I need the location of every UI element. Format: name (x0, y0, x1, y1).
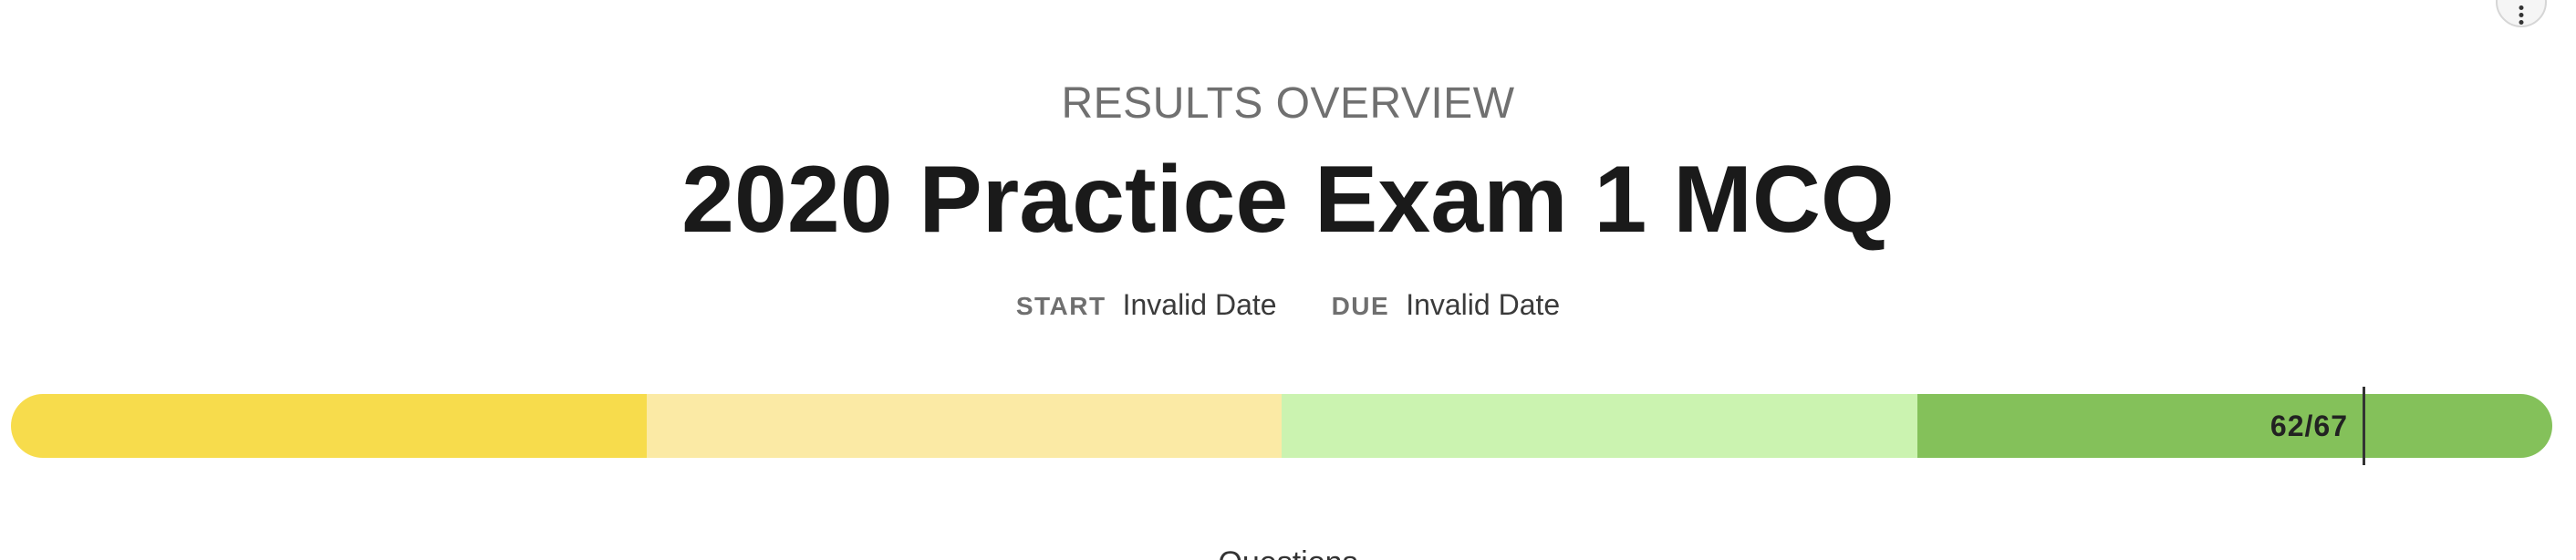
page-title: 2020 Practice Exam 1 MCQ (681, 147, 1895, 253)
progress-segment-band-2 (646, 394, 1282, 458)
due-date-value: Invalid Date (1406, 288, 1561, 321)
start-date-value: Invalid Date (1122, 288, 1277, 321)
more-vertical-icon (2519, 5, 2524, 25)
progress-segment-band-1 (11, 394, 647, 458)
date-row: START Invalid Date DUE Invalid Date (0, 288, 2576, 322)
score-label: 62/67 (2270, 410, 2348, 442)
questions-label: Questions (0, 545, 2576, 560)
score-marker (2363, 387, 2365, 465)
start-date: START Invalid Date (1016, 288, 1277, 322)
section-overline: RESULTS OVERVIEW (1061, 79, 1515, 128)
results-overview-page: RESULTS OVERVIEW 2020 Practice Exam 1 MC… (0, 0, 2576, 560)
start-date-label: START (1015, 292, 1106, 320)
more-options-button[interactable] (2496, 0, 2547, 27)
progress-segment-band-3 (1282, 394, 1917, 458)
due-date-label: DUE (1331, 292, 1390, 320)
due-date: DUE Invalid Date (1332, 288, 1561, 322)
